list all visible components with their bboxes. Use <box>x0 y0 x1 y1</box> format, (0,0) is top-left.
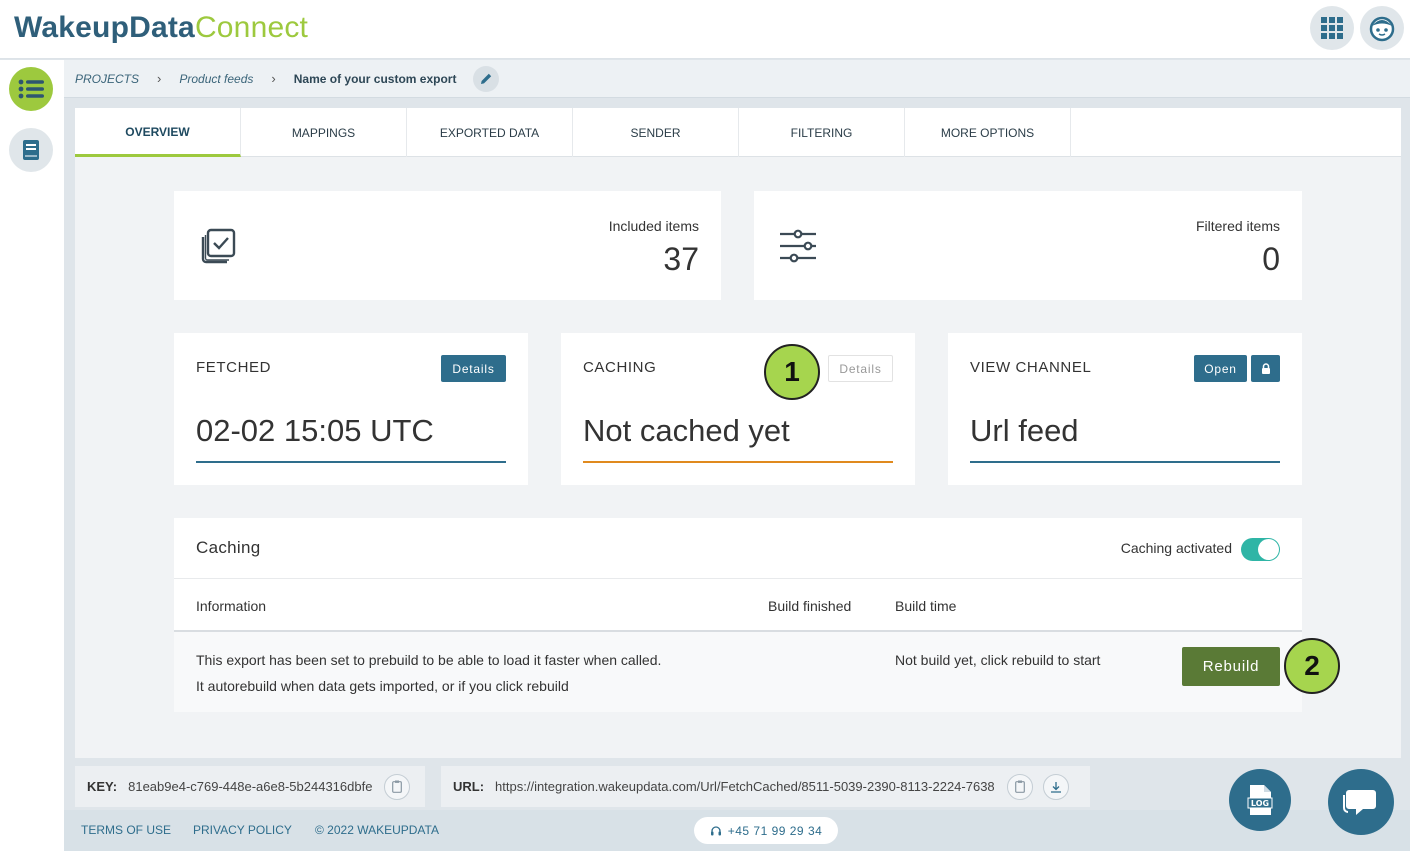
col-build-time: Build time <box>895 598 957 614</box>
fetched-details-button[interactable]: Details <box>441 355 506 382</box>
logo-word-wakeupdata: WakeupData <box>14 11 195 44</box>
chat-button[interactable] <box>1328 769 1394 835</box>
lock-button[interactable] <box>1251 355 1280 382</box>
toggle-knob <box>1258 539 1279 560</box>
rebuild-button[interactable]: Rebuild <box>1182 647 1280 686</box>
caching-panel: Caching Caching activated Information Bu… <box>174 518 1302 712</box>
table-row: This export has been set to prebuild to … <box>174 632 1302 712</box>
build-time-value: Not build yet, click rebuild to start <box>895 652 1101 668</box>
main-panel: OVERVIEW MAPPINGS EXPORTED DATA SENDER F… <box>75 108 1401 758</box>
apps-button[interactable] <box>1310 6 1354 50</box>
privacy-link[interactable]: PRIVACY POLICY <box>193 823 292 837</box>
caching-title: CACHING <box>583 359 657 376</box>
caching-box: CACHING Details Not cached yet <box>561 333 915 485</box>
download-url-button[interactable] <box>1042 773 1069 800</box>
filtered-items-label: Filtered items <box>1195 218 1280 234</box>
fetched-title: FETCHED <box>196 359 272 376</box>
clipboard-icon <box>392 780 403 793</box>
support-phone-number: +45 71 99 29 34 <box>727 823 823 838</box>
fetched-value: 02-02 15:05 UTC <box>196 413 434 448</box>
breadcrumb-product-feeds[interactable]: Product feeds <box>179 72 253 86</box>
rail-item-exports[interactable] <box>9 67 53 111</box>
caching-toggle[interactable] <box>1241 538 1280 561</box>
copyright-text: © 2022 WAKEUPDATA <box>315 823 439 837</box>
caching-table-header: Information Build finished Build time <box>174 578 1302 632</box>
tab-more-options[interactable]: MORE OPTIONS <box>905 108 1071 157</box>
list-icon <box>18 79 44 99</box>
fetched-underline <box>196 461 506 463</box>
open-channel-button[interactable]: Open <box>1194 355 1247 382</box>
download-icon <box>1050 781 1061 793</box>
avatar-face-icon <box>1369 16 1395 42</box>
left-rail <box>0 60 64 851</box>
info-line-1: This export has been set to prebuild to … <box>196 652 662 668</box>
log-file-icon: LOG <box>1247 785 1273 815</box>
copy-key-button[interactable] <box>384 773 411 800</box>
tab-exported-data[interactable]: EXPORTED DATA <box>407 108 573 157</box>
logo[interactable]: WakeupDataConnect <box>14 11 308 45</box>
breadcrumb-separator: › <box>271 71 276 86</box>
top-bar: WakeupDataConnect <box>0 0 1410 59</box>
tab-overview[interactable]: OVERVIEW <box>75 108 241 157</box>
view-channel-value: Url feed <box>970 413 1079 448</box>
logo-word-connect: Connect <box>194 11 309 44</box>
view-channel-underline <box>970 461 1280 463</box>
caching-panel-title: Caching <box>196 538 261 557</box>
url-value[interactable]: https://integration.wakeupdata.com/Url/F… <box>495 779 995 794</box>
headset-icon <box>710 825 721 835</box>
breadcrumb-current: Name of your custom export <box>293 71 457 86</box>
book-icon <box>23 140 39 160</box>
lock-icon <box>1261 362 1270 374</box>
caching-underline <box>583 461 893 463</box>
chat-bubble-icon <box>1343 790 1376 815</box>
sliders-icon <box>780 229 816 263</box>
clipboard-icon <box>1014 780 1025 793</box>
included-items-value: 37 <box>663 241 699 277</box>
pencil-icon <box>480 73 492 84</box>
log-button[interactable]: LOG <box>1229 769 1291 831</box>
tab-bar: OVERVIEW MAPPINGS EXPORTED DATA SENDER F… <box>75 108 1401 157</box>
tab-filtering[interactable]: FILTERING <box>739 108 905 157</box>
annotation-marker-2: 2 <box>1284 638 1340 694</box>
grid-icon <box>1321 17 1343 39</box>
key-label: KEY: <box>87 779 118 794</box>
key-value: 81eab9e4-c769-448e-a6e8-5b244316dbfe <box>128 779 373 794</box>
edit-name-button[interactable] <box>473 65 500 92</box>
filtered-items-card: Filtered items 0 <box>754 191 1302 300</box>
included-items-label: Included items <box>608 218 699 234</box>
view-channel-box: VIEW CHANNEL Open Url feed <box>948 333 1302 485</box>
svg-text:LOG: LOG <box>1251 799 1269 808</box>
footer: TERMS OF USE PRIVACY POLICY © 2022 WAKEU… <box>64 810 1410 851</box>
breadcrumb: PROJECTS › Product feeds › Name of your … <box>64 60 1410 98</box>
caching-details-button[interactable]: Details <box>828 355 893 382</box>
col-information: Information <box>196 598 267 614</box>
info-line-2: It autorebuild when data gets imported, … <box>196 678 569 694</box>
included-items-card: Included items 37 <box>174 191 721 300</box>
filtered-items-value: 0 <box>1262 241 1280 277</box>
rail-item-docs[interactable] <box>9 128 53 172</box>
tab-sender[interactable]: SENDER <box>573 108 739 157</box>
support-phone[interactable]: +45 71 99 29 34 <box>694 817 838 844</box>
caching-toggle-label: Caching activated <box>1120 540 1232 556</box>
view-channel-title: VIEW CHANNEL <box>970 359 1092 376</box>
key-field: KEY: 81eab9e4-c769-448e-a6e8-5b244316dbf… <box>75 766 425 807</box>
user-menu-button[interactable] <box>1360 6 1404 50</box>
url-field: URL: https://integration.wakeupdata.com/… <box>441 766 1090 807</box>
col-build-finished: Build finished <box>768 598 852 614</box>
breadcrumb-projects[interactable]: PROJECTS <box>75 72 139 86</box>
breadcrumb-separator: › <box>157 71 162 86</box>
url-label: URL: <box>453 779 485 794</box>
checked-stack-icon <box>201 228 236 264</box>
copy-url-button[interactable] <box>1006 773 1033 800</box>
terms-link[interactable]: TERMS OF USE <box>81 823 171 837</box>
fetched-box: FETCHED Details 02-02 15:05 UTC <box>174 333 528 485</box>
tab-mappings[interactable]: MAPPINGS <box>241 108 407 157</box>
caching-value: Not cached yet <box>583 413 790 448</box>
annotation-marker-1: 1 <box>764 344 820 400</box>
